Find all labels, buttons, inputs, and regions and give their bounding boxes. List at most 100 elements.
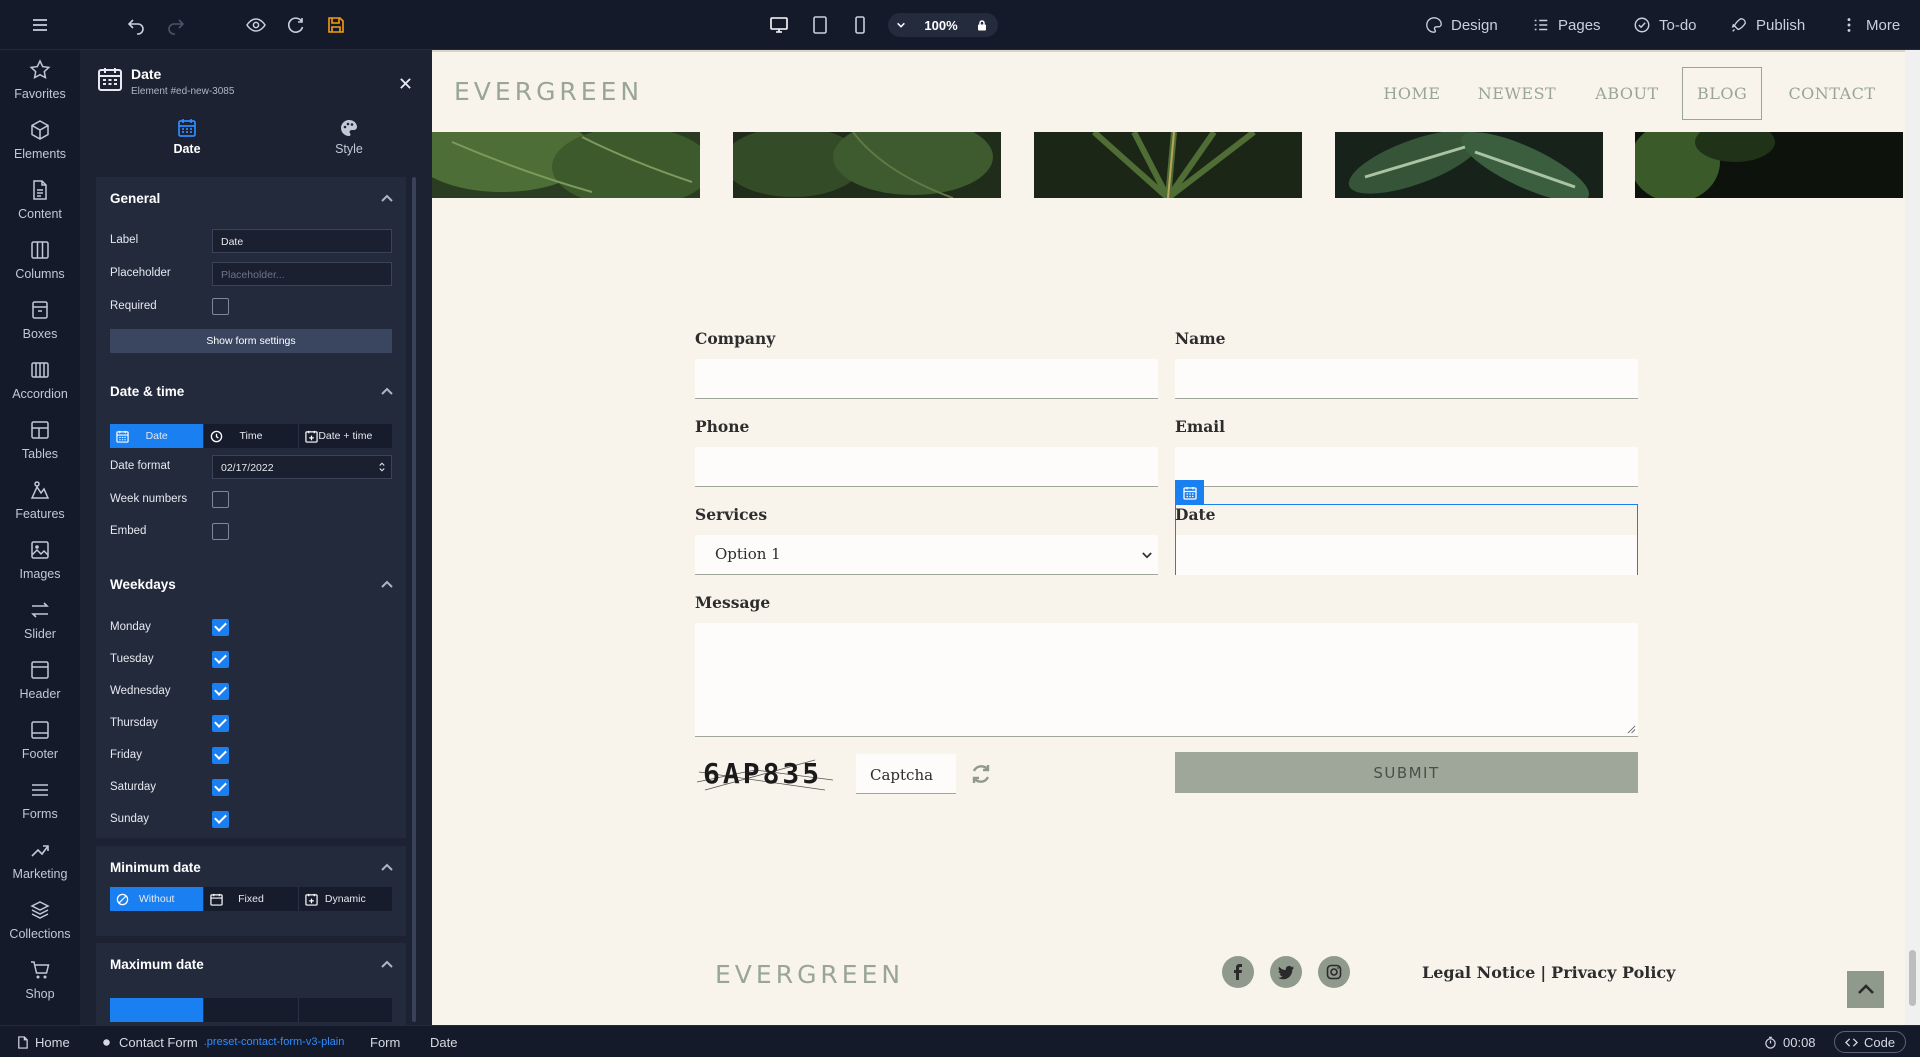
rail-forms[interactable]: Forms <box>0 770 80 830</box>
undo-icon[interactable] <box>121 10 151 40</box>
max-date-dynamic-button[interactable] <box>297 998 392 1022</box>
submit-button[interactable]: SUBMIT <box>1175 752 1638 793</box>
gallery-image[interactable] <box>1335 132 1603 198</box>
mode-date-button[interactable]: Date <box>110 424 204 448</box>
footer-logo[interactable]: EVERGREEN <box>715 960 904 989</box>
lock-icon[interactable] <box>976 19 988 31</box>
rail-header[interactable]: Header <box>0 650 80 710</box>
rail-elements[interactable]: Elements <box>0 110 80 170</box>
design-button[interactable]: Design <box>1425 0 1498 50</box>
name-input[interactable] <box>1175 359 1638 399</box>
weekday-checkbox-wednesday[interactable] <box>212 683 229 700</box>
weekday-checkbox-tuesday[interactable] <box>212 651 229 668</box>
chevron-up-icon[interactable] <box>380 957 394 971</box>
gallery-image[interactable] <box>1635 132 1903 198</box>
legal-notice-link[interactable]: Legal Notice <box>1422 963 1535 982</box>
weekday-checkbox-sunday[interactable] <box>212 811 229 828</box>
canvas-scrollbar[interactable] <box>1905 50 1920 1025</box>
captcha-refresh-icon[interactable] <box>969 762 993 786</box>
pages-button[interactable]: Pages <box>1532 0 1601 50</box>
nav-newest[interactable]: NEWEST <box>1462 84 1572 103</box>
more-button[interactable]: More <box>1840 0 1900 50</box>
chevron-up-icon[interactable] <box>380 860 394 874</box>
required-checkbox[interactable] <box>212 298 229 315</box>
rail-features[interactable]: Features <box>0 470 80 530</box>
rail-content[interactable]: Content <box>0 170 80 230</box>
min-date-without-button[interactable]: Without <box>110 887 204 911</box>
services-select[interactable]: Option 1 <box>695 535 1158 575</box>
rail-boxes[interactable]: Boxes <box>0 290 80 350</box>
zoom-control[interactable]: 100% <box>888 13 998 37</box>
date-format-select[interactable]: 02/17/2022 <box>212 455 392 479</box>
todo-button[interactable]: To-do <box>1633 0 1697 50</box>
facebook-icon[interactable] <box>1222 956 1254 988</box>
email-input[interactable] <box>1175 447 1638 487</box>
date-input[interactable] <box>1176 535 1637 575</box>
code-button[interactable]: Code <box>1834 1031 1907 1053</box>
breadcrumb-contact-form[interactable]: Contact Form .preset-contact-form-v3-pla… <box>100 1026 344 1057</box>
chevron-up-icon[interactable] <box>380 384 394 398</box>
label-input[interactable]: Date <box>212 229 392 253</box>
gallery-image[interactable] <box>432 132 700 198</box>
privacy-policy-link[interactable]: Privacy Policy <box>1551 963 1675 982</box>
show-form-settings-button[interactable]: Show form settings <box>110 329 392 353</box>
instagram-icon[interactable] <box>1318 956 1350 988</box>
weekday-checkbox-friday[interactable] <box>212 747 229 764</box>
weekday-checkbox-monday[interactable] <box>212 619 229 636</box>
weekday-checkbox-thursday[interactable] <box>212 715 229 732</box>
rail-columns[interactable]: Columns <box>0 230 80 290</box>
tablet-view-icon[interactable] <box>805 10 835 40</box>
gallery-image[interactable] <box>1034 132 1302 198</box>
site-logo[interactable]: EVERGREEN <box>454 77 643 106</box>
breadcrumb-home[interactable]: Home <box>16 1026 70 1057</box>
element-handle[interactable] <box>1175 480 1204 505</box>
rail-footer[interactable]: Footer <box>0 710 80 770</box>
rail-collections[interactable]: Collections <box>0 890 80 950</box>
panel-scrollbar[interactable] <box>412 177 416 1022</box>
nav-blog[interactable]: BLOG <box>1682 66 1762 120</box>
scroll-to-top-button[interactable] <box>1847 971 1884 1008</box>
rail-shop[interactable]: Shop <box>0 950 80 1010</box>
placeholder-input[interactable]: Placeholder... <box>212 262 392 286</box>
mobile-view-icon[interactable] <box>845 10 875 40</box>
redo-icon[interactable] <box>161 10 191 40</box>
publish-button[interactable]: Publish <box>1730 0 1805 50</box>
nav-about[interactable]: ABOUT <box>1572 84 1682 103</box>
company-input[interactable] <box>695 359 1158 399</box>
weekday-checkbox-saturday[interactable] <box>212 779 229 796</box>
gallery-image[interactable] <box>733 132 1001 198</box>
desktop-view-icon[interactable] <box>764 10 794 40</box>
rail-tables[interactable]: Tables <box>0 410 80 470</box>
chevron-up-icon[interactable] <box>380 191 394 205</box>
captcha-input[interactable]: Captcha <box>856 754 956 794</box>
nav-home[interactable]: HOME <box>1362 84 1462 103</box>
twitter-icon[interactable] <box>1270 956 1302 988</box>
menu-icon[interactable] <box>25 10 55 40</box>
resize-handle-icon[interactable] <box>1627 725 1636 734</box>
close-icon[interactable] <box>399 77 412 90</box>
scrollbar-thumb[interactable] <box>1909 950 1916 1006</box>
chevron-up-icon[interactable] <box>380 577 394 591</box>
tab-date[interactable]: Date <box>122 118 252 158</box>
mode-datetime-button[interactable]: Date + time <box>297 424 392 448</box>
min-date-fixed-button[interactable]: Fixed <box>203 887 297 911</box>
max-date-without-button[interactable] <box>110 998 204 1022</box>
rail-marketing[interactable]: Marketing <box>0 830 80 890</box>
tab-style[interactable]: Style <box>284 118 414 158</box>
rail-accordion[interactable]: Accordion <box>0 350 80 410</box>
rail-images[interactable]: Images <box>0 530 80 590</box>
week-numbers-checkbox[interactable] <box>212 491 229 508</box>
phone-input[interactable] <box>695 447 1158 487</box>
breadcrumb-form[interactable]: Form <box>370 1026 400 1057</box>
breadcrumb-date[interactable]: Date <box>430 1026 457 1057</box>
max-date-fixed-button[interactable] <box>203 998 297 1022</box>
embed-checkbox[interactable] <box>212 523 229 540</box>
save-icon[interactable] <box>321 10 351 40</box>
refresh-icon[interactable] <box>281 10 311 40</box>
nav-contact[interactable]: CONTACT <box>1772 84 1892 103</box>
message-textarea[interactable] <box>695 623 1638 737</box>
rail-favorites[interactable]: Favorites <box>0 50 80 110</box>
preview-eye-icon[interactable] <box>241 10 271 40</box>
min-date-dynamic-button[interactable]: Dynamic <box>297 887 392 911</box>
rail-slider[interactable]: Slider <box>0 590 80 650</box>
